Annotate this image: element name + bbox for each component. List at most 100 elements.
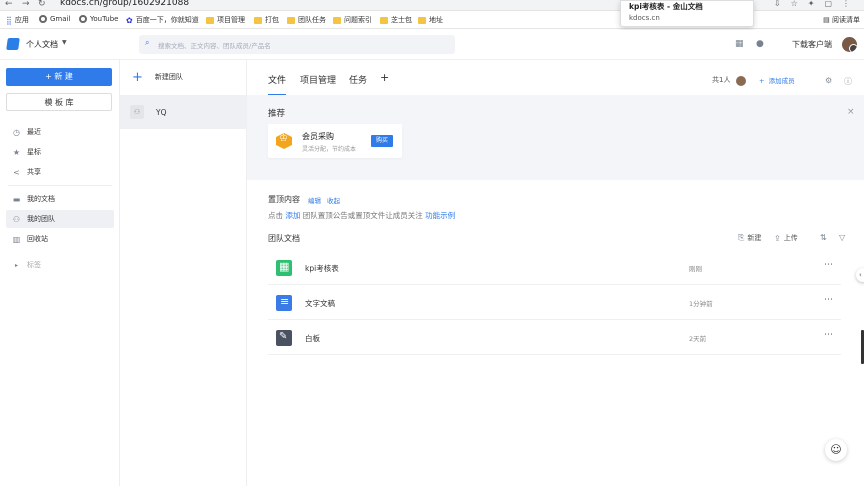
card-title: 会员采购 <box>302 132 334 141</box>
apps-icon: ⣿ <box>6 15 12 25</box>
sidebar-item-trash[interactable]: ▥ 回收站 <box>6 230 114 248</box>
bookmark-youtube[interactable]: YouTube <box>79 15 118 23</box>
whiteboard-icon <box>276 330 292 346</box>
clock-icon: ◷ <box>13 127 20 137</box>
upload-button[interactable]: ⇪ 上传 <box>774 233 798 243</box>
folder-icon <box>287 16 295 24</box>
star-icon: ★ <box>12 147 21 157</box>
bookmark-apps[interactable]: ⣿ 应用 <box>6 15 29 25</box>
doc-name: kpi考核表 <box>305 264 339 273</box>
more-icon[interactable]: ⋯ <box>824 295 833 305</box>
folder-icon <box>418 16 426 24</box>
filter-icon[interactable]: ▽ <box>839 233 845 242</box>
bookmark-folder-team-tasks[interactable]: 团队任务 <box>287 15 326 25</box>
app-topbar: 个人文档 ▼ ⌕ 搜索文档、正文内容、团队成员/产品名 ▦ ● 下载客户端 <box>0 30 864 60</box>
bookmark-gmail[interactable]: Gmail <box>39 15 70 23</box>
pinned-collapse-link[interactable]: 收起 <box>327 195 340 205</box>
trash-icon: ▥ <box>12 234 21 244</box>
new-doc-button[interactable]: ⎘ 新建 <box>738 233 761 243</box>
add-tab-button[interactable]: + <box>380 71 389 84</box>
crown-icon <box>276 133 292 149</box>
tab-project-management[interactable]: 项目管理 <box>300 73 336 86</box>
back-icon[interactable]: ← <box>5 0 13 9</box>
download-client-link[interactable]: 下载客户端 <box>792 39 832 50</box>
bookmark-folder-cheese[interactable]: 芝士包 <box>380 15 412 25</box>
caret-down-icon[interactable]: ▼ <box>62 39 67 46</box>
member-avatar[interactable] <box>736 76 746 86</box>
bookmark-folder-pack[interactable]: 打包 <box>254 15 279 25</box>
folder-icon <box>254 16 262 24</box>
folder-icon <box>380 16 388 24</box>
assistant-robot-icon[interactable]: ☺ <box>825 439 847 461</box>
kdocs-logo-icon[interactable] <box>6 38 20 50</box>
sidebar-item-tags[interactable]: ▸ 标签 <box>6 256 114 274</box>
add-pinned-link[interactable]: 添加 <box>285 211 300 220</box>
doc-time: 刚刚 <box>689 265 702 273</box>
share-icon: < <box>13 167 20 177</box>
sidebar-item-my-docs[interactable]: ▬ 我的文档 <box>6 190 114 208</box>
browser-action-icons[interactable]: ⇩☆✦▢⋮ <box>774 0 860 8</box>
folder-icon <box>206 16 214 24</box>
close-icon[interactable]: × <box>847 107 855 117</box>
sort-icon[interactable]: ⇅ <box>820 233 827 242</box>
pinned-hint: 点击 添加 团队置顶公告或置顶文件让成员关注 功能示例 <box>268 211 456 220</box>
folder-icon: ▬ <box>12 194 21 204</box>
buy-button[interactable]: 购买 <box>371 135 393 147</box>
team-avatar-icon: ⚇ <box>130 105 144 119</box>
doc-time: 2天前 <box>689 335 707 343</box>
user-avatar[interactable] <box>842 37 857 52</box>
bookmark-folder-project[interactable]: 项目管理 <box>206 15 245 25</box>
team-list-panel: + 新建团队 ⚇ YQ <box>120 60 247 486</box>
card-subtitle: 灵活分配，节约成本 <box>302 146 357 153</box>
more-icon[interactable]: ⋯ <box>824 330 833 340</box>
new-button[interactable]: + 新 建 <box>6 68 112 86</box>
more-icon[interactable]: ⋯ <box>824 260 833 270</box>
sidebar-item-shared[interactable]: < 共享 <box>6 163 114 181</box>
info-icon[interactable]: ⓘ <box>844 76 852 87</box>
google-icon <box>39 15 47 23</box>
new-file-icon: ⎘ <box>738 233 745 242</box>
sidebar-item-recent[interactable]: ◷ 最近 <box>6 123 114 141</box>
team-doc-list: kpi考核表 刚刚 ⋯ 文字文稿 1分钟前 ⋯ 白板 2天前 ⋯ <box>268 250 841 355</box>
baidu-icon: ✿ <box>126 15 133 25</box>
new-team-button[interactable]: + 新建团队 <box>120 60 247 94</box>
url-text[interactable]: kdocs.cn/group/1602921088 <box>60 0 189 8</box>
reading-list-icon: ▤ <box>823 16 830 24</box>
sidebar-item-starred[interactable]: ★ 星标 <box>6 143 114 161</box>
left-sidebar: + 新 建 模 板 库 ◷ 最近 ★ 星标 < 共享 ▬ 我的文档 ⚇ 我的团队 ▥ 回收站… <box>0 60 120 486</box>
member-count[interactable]: 共1人 <box>712 75 730 85</box>
reload-icon[interactable]: ↻ <box>38 0 46 9</box>
recommend-panel: 推荐 × 会员采购 灵活分配，节约成本 购买 <box>247 95 864 180</box>
reading-list[interactable]: ▤ 阅读清单 <box>823 15 860 25</box>
doc-name: 文字文稿 <box>305 299 335 308</box>
bookmark-folder-address[interactable]: 地址 <box>418 15 443 25</box>
recommend-title: 推荐 <box>268 109 286 119</box>
tab-tasks[interactable]: 任务 <box>349 73 367 86</box>
feature-example-link[interactable]: 功能示例 <box>425 211 455 220</box>
pinned-title: 置顶内容 <box>268 195 300 204</box>
browser-chrome: ← → ↻ kdocs.cn/group/1602921088 ⇩☆✦▢⋮ ⣿ 应… <box>0 0 864 30</box>
bookmark-folder-issues[interactable]: 问题索引 <box>333 15 372 25</box>
doc-row[interactable]: 文字文稿 1分钟前 ⋯ <box>268 285 841 320</box>
message-icon[interactable]: ● <box>756 39 764 49</box>
pinned-edit-link[interactable]: 编辑 <box>308 195 321 205</box>
template-library-button[interactable]: 模 板 库 <box>6 93 112 111</box>
team-item-yq[interactable]: ⚇ YQ <box>120 95 247 129</box>
membership-card[interactable]: 会员采购 灵活分配，节约成本 购买 <box>268 124 402 158</box>
side-expand-icon[interactable]: ‹ <box>856 268 864 282</box>
doc-row[interactable]: kpi考核表 刚刚 ⋯ <box>268 250 841 285</box>
bookmark-baidu[interactable]: ✿ 百度一下，你就知道 <box>126 15 199 25</box>
tab-files[interactable]: 文件 <box>268 73 287 96</box>
team-docs-title: 团队文档 <box>268 234 300 243</box>
search-input[interactable]: ⌕ 搜索文档、正文内容、团队成员/产品名 <box>139 35 455 54</box>
workspace-switcher[interactable]: 个人文档 <box>26 39 58 50</box>
spreadsheet-icon <box>276 260 292 276</box>
doc-row[interactable]: 白板 2天前 ⋯ <box>268 320 841 355</box>
sidebar-item-my-team[interactable]: ⚇ 我的团队 <box>6 210 114 228</box>
forward-icon[interactable]: → <box>22 0 30 9</box>
settings-icon[interactable]: ⚙ <box>825 76 832 85</box>
team-icon: ⚇ <box>12 214 21 224</box>
grid-apps-icon[interactable]: ▦ <box>735 39 744 49</box>
add-member-button[interactable]: + 添加成员 <box>759 75 795 85</box>
chevron-right-icon: ▸ <box>14 261 18 269</box>
